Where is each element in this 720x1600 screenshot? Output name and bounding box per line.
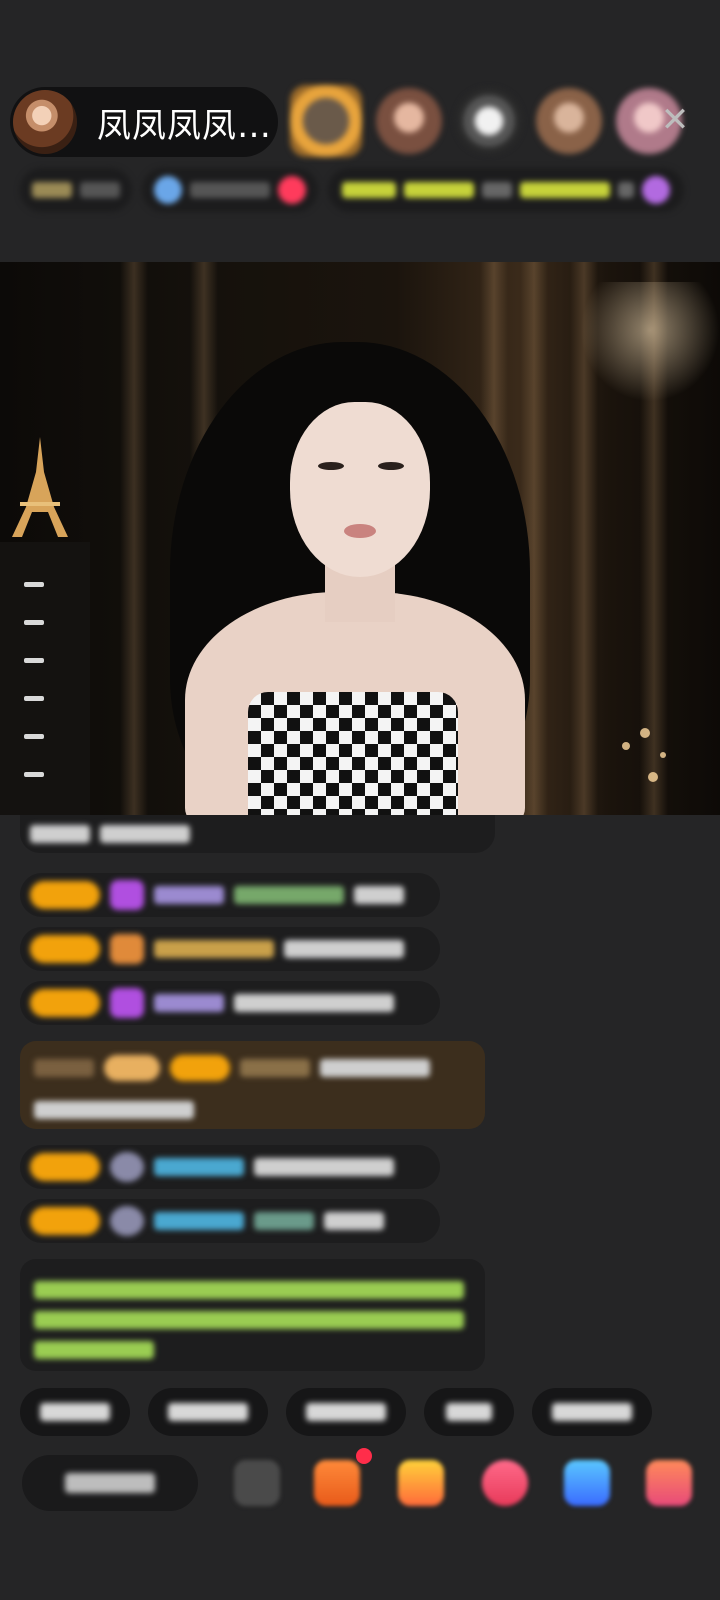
host-avatar[interactable] [13, 90, 77, 154]
viewer-avatar[interactable] [376, 88, 442, 154]
chat-message[interactable] [20, 1199, 440, 1243]
top-viewers-list [290, 85, 682, 157]
game-icon[interactable] [564, 1460, 610, 1506]
live-room: 凤凤凤凤… ✕ [0, 0, 720, 1600]
viewer-avatar[interactable] [536, 88, 602, 154]
chat-message[interactable] [20, 981, 440, 1025]
quick-reply-chip[interactable] [286, 1388, 406, 1436]
live-video[interactable] [0, 262, 720, 815]
chat-message[interactable] [20, 873, 440, 917]
chat-message[interactable] [20, 927, 440, 971]
more-icon[interactable] [646, 1460, 692, 1506]
rank-chip[interactable] [20, 168, 132, 212]
viewer-avatar[interactable] [456, 88, 522, 154]
chat-message-highlight[interactable] [20, 1041, 485, 1129]
host-info-pill[interactable]: 凤凤凤凤… [10, 87, 278, 157]
comment-input[interactable] [22, 1455, 198, 1511]
dresser-decor [0, 542, 90, 815]
task-chip[interactable] [328, 168, 684, 212]
activity-icon[interactable] [482, 1460, 528, 1506]
gift-box-icon[interactable] [314, 1460, 360, 1506]
quick-reply-chip[interactable] [532, 1388, 652, 1436]
gift-icon[interactable] [398, 1460, 444, 1506]
room-info-row [20, 168, 684, 212]
quick-reply-chip[interactable] [148, 1388, 268, 1436]
quick-reply-chip[interactable] [424, 1388, 514, 1436]
host-name: 凤凤凤凤… [97, 105, 272, 146]
quick-reply-chip[interactable] [20, 1388, 130, 1436]
notification-dot [356, 1448, 372, 1464]
viewer-avatar[interactable] [290, 85, 362, 157]
system-notice [20, 1259, 485, 1371]
chat-message[interactable] [20, 1145, 440, 1189]
hot-chip[interactable] [142, 168, 318, 212]
quick-reply-row [20, 1388, 652, 1436]
emoji-icon[interactable] [234, 1460, 280, 1506]
close-icon[interactable]: ✕ [655, 100, 695, 140]
chat-message[interactable] [20, 815, 495, 853]
eiffel-tower-decor-icon [12, 437, 68, 537]
